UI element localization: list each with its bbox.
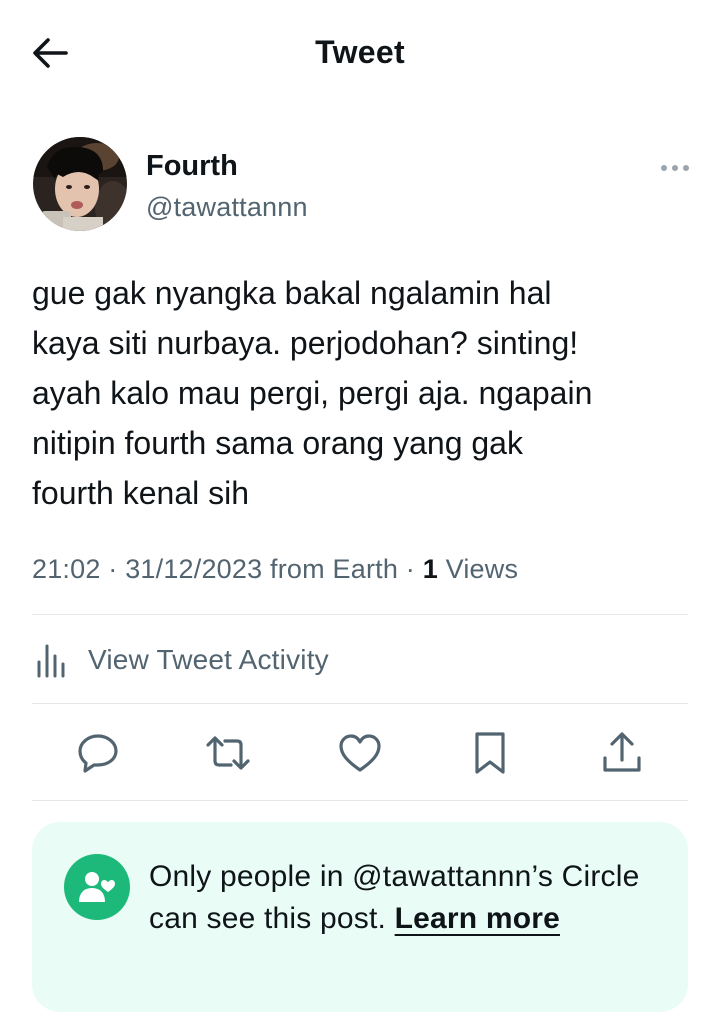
avatar-photo — [33, 137, 127, 231]
meta-separator: · — [405, 554, 423, 584]
tweet-date: 31/12/2023 — [125, 554, 263, 584]
like-button[interactable] — [336, 730, 384, 776]
more-options-button[interactable] — [656, 156, 696, 180]
divider — [32, 703, 688, 704]
tweet-text: gue gak nyangka bakal ngalamin hal kaya … — [32, 275, 593, 511]
circle-people-icon — [79, 872, 115, 902]
reply-icon — [78, 734, 118, 773]
bookmark-icon — [475, 732, 505, 774]
view-tweet-activity[interactable]: View Tweet Activity — [32, 640, 329, 680]
author-display-name[interactable]: Fourth — [146, 150, 238, 183]
circle-badge — [64, 854, 130, 920]
like-icon — [339, 734, 381, 772]
retweet-button[interactable] — [204, 730, 252, 776]
meta-separator: · — [108, 554, 126, 584]
tweet-location: from Earth — [270, 554, 399, 584]
share-icon — [603, 732, 641, 772]
page-title: Tweet — [315, 34, 405, 70]
more-icon — [661, 165, 689, 171]
divider — [32, 614, 688, 615]
tweet-time: 21:02 — [32, 554, 101, 584]
avatar[interactable] — [33, 137, 127, 231]
circle-notice-text: Only people in @tawattannn’s Circle can … — [149, 856, 649, 940]
tweet-meta: 21:02 · 31/12/2023 from Earth · 1 Views — [32, 554, 518, 585]
share-button[interactable] — [598, 730, 646, 776]
divider — [32, 800, 688, 801]
tweet-detail-screen: Tweet Fourth @tawattannn gue gak nyangka… — [0, 0, 720, 1034]
retweet-icon — [206, 736, 250, 770]
circle-notice: Only people in @tawattannn’s Circle can … — [32, 822, 688, 1012]
activity-label: View Tweet Activity — [88, 644, 329, 675]
reply-button[interactable] — [74, 730, 122, 776]
bookmark-button[interactable] — [466, 730, 514, 776]
author-handle: @tawattannn — [146, 192, 308, 222]
views-label: Views — [445, 554, 519, 584]
views-count: 1 — [422, 554, 438, 584]
header: Tweet — [0, 0, 720, 108]
learn-more-link[interactable]: Learn more — [395, 902, 560, 935]
bar-chart-icon — [37, 644, 65, 678]
